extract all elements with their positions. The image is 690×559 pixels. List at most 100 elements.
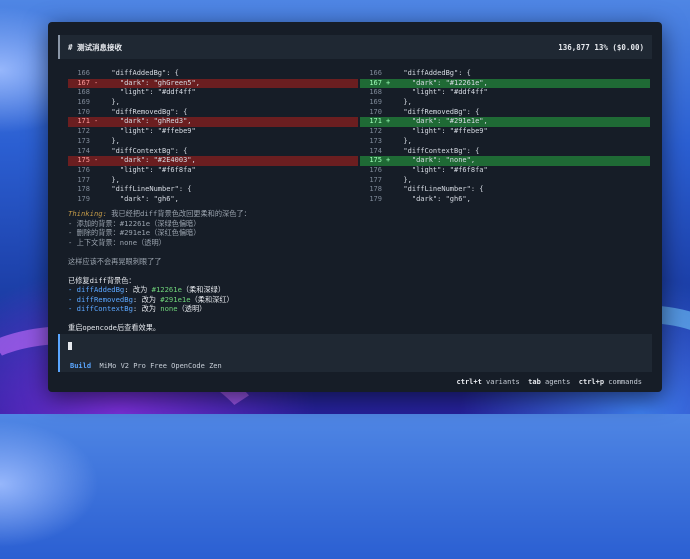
diff-marker bbox=[94, 195, 103, 205]
diff-marker bbox=[386, 127, 395, 137]
restart-hint: 重启opencode后查看效果。 bbox=[68, 323, 161, 332]
hint-key: ctrl+p bbox=[578, 378, 605, 386]
diff-marker: - bbox=[94, 117, 99, 126]
assistant-message: Thinking: 我已经把diff背景色改回更柔和的深色了： - 添加的背景：… bbox=[68, 209, 648, 333]
code-text: "light": "#ffebe9" bbox=[395, 127, 488, 136]
diff-marker bbox=[94, 166, 103, 176]
line-number: 174 bbox=[77, 146, 90, 155]
diff-marker bbox=[386, 147, 395, 157]
diff-line-context: 173 }, bbox=[360, 137, 650, 147]
code-text: }, bbox=[395, 98, 412, 107]
line-number: 171 bbox=[77, 117, 90, 126]
agent-mode[interactable]: Build bbox=[70, 362, 91, 370]
code-text: "diffLineNumber": { bbox=[395, 185, 484, 194]
line-number: 166 bbox=[77, 69, 90, 77]
model-name: MiMo V2 Pro Free OpenCode Zen bbox=[91, 362, 222, 370]
thinking-item: - 上下文背景：none（透明） bbox=[68, 237, 166, 247]
line-number: 179 bbox=[369, 194, 382, 203]
code-text: }, bbox=[103, 175, 120, 184]
code-text: "diffContextBg": { bbox=[395, 146, 480, 155]
fixed-item: - diffContextBg: 改为 none（透明） bbox=[68, 304, 207, 313]
diff-line-context: 174 "diffContextBg": { bbox=[68, 147, 358, 157]
thinking-text: 我已经把diff背景色改回更柔和的深色了： bbox=[106, 209, 251, 218]
diff-pane-after: 166 "diffAddedBg": {167 + "dark": "#12261… bbox=[360, 69, 650, 205]
token-usage-stats: 136,877 13% ($0.00) bbox=[558, 42, 644, 52]
diff-marker bbox=[94, 88, 103, 98]
line-number: 169 bbox=[77, 98, 90, 107]
hint-key: tab bbox=[528, 378, 541, 386]
diff-line-context: 166 "diffAddedBg": { bbox=[360, 69, 650, 79]
code-text: "diffAddedBg": { bbox=[395, 69, 471, 77]
line-number: 175 bbox=[369, 156, 382, 165]
diff-line-context: 178 "diffLineNumber": { bbox=[68, 185, 358, 195]
code-text: "light": "#f6f8fa" bbox=[395, 165, 488, 174]
fixed-item: - diffRemovedBg: 改为 #291e1e（柔和深红） bbox=[68, 294, 234, 304]
code-text: "diffAddedBg": { bbox=[103, 69, 179, 77]
code-text: "dark": "ghGreen5", bbox=[103, 78, 200, 87]
diff-marker bbox=[94, 108, 103, 118]
line-number: 168 bbox=[369, 88, 382, 97]
diff-view: 166 "diffAddedBg": {167- "dark": "ghGree… bbox=[68, 69, 650, 203]
line-number: 173 bbox=[369, 136, 382, 145]
line-number: 178 bbox=[77, 185, 90, 194]
code-text: "light": "#f6f8fa" bbox=[103, 165, 196, 174]
line-number: 174 bbox=[369, 146, 382, 155]
diff-marker bbox=[94, 137, 103, 147]
diff-marker bbox=[386, 137, 395, 147]
diff-line-removed: 175- "dark": "#2E4003", bbox=[68, 156, 358, 166]
diff-line-context: 177 }, bbox=[68, 176, 358, 186]
line-number: 172 bbox=[369, 127, 382, 136]
diff-line-context: 170 "diffRemovedBg": { bbox=[360, 108, 650, 118]
prompt-input[interactable]: Build MiMo V2 Pro Free OpenCode Zen bbox=[58, 334, 652, 372]
code-text: "dark": "ghRed3", bbox=[103, 117, 192, 126]
code-text: "dark": "gh6", bbox=[103, 194, 179, 203]
diff-marker: + bbox=[386, 156, 391, 165]
line-number: 170 bbox=[77, 107, 90, 116]
line-number: 178 bbox=[369, 185, 382, 194]
diff-line-removed: 167- "dark": "ghGreen5", bbox=[68, 78, 358, 89]
diff-marker bbox=[386, 176, 395, 186]
diff-line-context: 173 }, bbox=[68, 137, 358, 147]
line-number: 170 bbox=[369, 107, 382, 116]
diff-line-added: 167 + "dark": "#12261e", bbox=[360, 78, 650, 89]
diff-pane-before: 166 "diffAddedBg": {167- "dark": "ghGree… bbox=[68, 69, 358, 205]
diff-marker: - bbox=[94, 78, 99, 87]
diff-line-context: 179 "dark": "gh6", bbox=[360, 195, 650, 205]
diff-line-context: 179 "dark": "gh6", bbox=[68, 195, 358, 205]
line-number: 172 bbox=[77, 127, 90, 136]
code-text: "dark": "#291e1e", bbox=[395, 117, 488, 126]
line-number: 176 bbox=[369, 165, 382, 174]
line-number: 171 bbox=[369, 117, 382, 126]
code-text: }, bbox=[103, 98, 120, 107]
thinking-item: - 添加的背景：#12261e（深绿色偏暗） bbox=[68, 218, 201, 228]
diff-marker: + bbox=[386, 78, 391, 87]
code-text: "light": "#ffebe9" bbox=[103, 127, 196, 136]
line-number: 176 bbox=[77, 165, 90, 174]
code-text: "diffRemovedBg": { bbox=[103, 107, 188, 116]
fixed-item: - diffAddedBg: 改为 #12261e（柔和深绿） bbox=[68, 285, 226, 294]
line-number: 167 bbox=[77, 78, 90, 87]
diff-line-context: 177 }, bbox=[360, 176, 650, 186]
line-number: 167 bbox=[369, 78, 382, 87]
diff-line-context: 166 "diffAddedBg": { bbox=[68, 69, 358, 79]
line-number: 175 bbox=[77, 156, 90, 165]
code-text: "dark": "none", bbox=[395, 156, 476, 165]
diff-line-added: 175 + "dark": "none", bbox=[360, 156, 650, 166]
model-status-line: Build MiMo V2 Pro Free OpenCode Zen bbox=[70, 362, 222, 370]
diff-marker bbox=[386, 98, 395, 108]
diff-line-removed: 171- "dark": "ghRed3", bbox=[68, 117, 358, 128]
diff-line-context: 176 "light": "#f6f8fa" bbox=[68, 166, 358, 176]
fixed-intro: 已修复diff背景色： bbox=[68, 275, 136, 285]
diff-marker bbox=[386, 88, 395, 98]
diff-line-context: 172 "light": "#ffebe9" bbox=[360, 127, 650, 137]
code-text: }, bbox=[395, 175, 412, 184]
thinking-label: Thinking: bbox=[68, 209, 107, 218]
code-text: "dark": "#2E4003", bbox=[103, 156, 196, 165]
terminal-window: # 测试消息接收 136,877 13% ($0.00) 166 "diffAd… bbox=[48, 22, 662, 392]
diff-marker: - bbox=[94, 156, 99, 165]
diff-line-context: 168 "light": "#ddf4ff" bbox=[68, 88, 358, 98]
line-number: 179 bbox=[77, 194, 90, 203]
diff-line-context: 169 }, bbox=[360, 98, 650, 108]
code-text: "light": "#ddf4ff" bbox=[395, 88, 488, 97]
code-text: "dark": "gh6", bbox=[395, 194, 471, 203]
